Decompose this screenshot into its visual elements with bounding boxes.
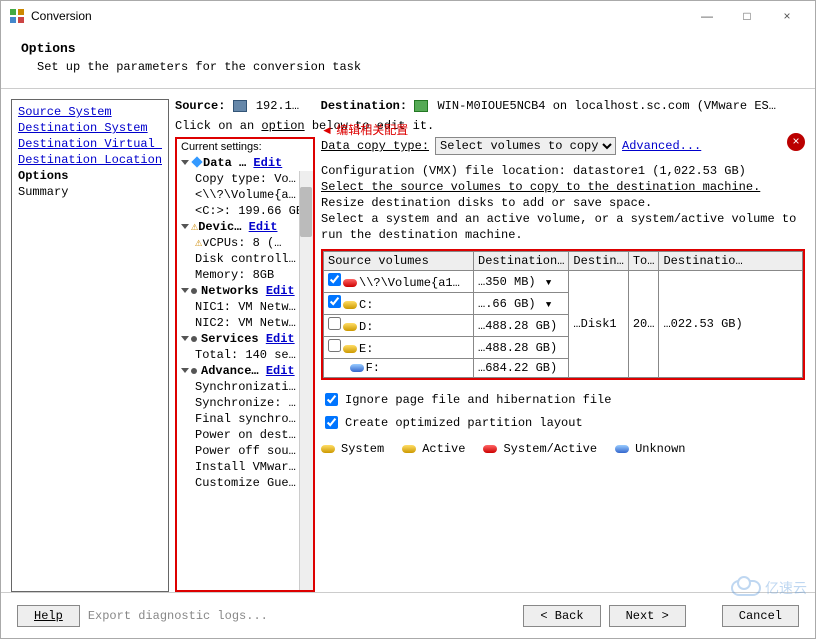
volumes-grid: Source volumes Destination… Destin… To… …: [321, 249, 805, 380]
optimize-partition-checkbox[interactable]: [325, 416, 338, 429]
app-icon: [9, 8, 25, 24]
source-label: Source:: [175, 99, 225, 113]
close-button[interactable]: ×: [767, 2, 807, 30]
volume-checkbox[interactable]: [328, 295, 341, 308]
wizard-nav: Source System Destination System Destina…: [11, 99, 169, 592]
window-title: Conversion: [31, 9, 687, 23]
help-button[interactable]: Help: [17, 605, 80, 627]
disk-icon: [343, 345, 357, 353]
minimize-button[interactable]: —: [687, 2, 727, 30]
edit-devices-link[interactable]: Edit: [249, 220, 278, 234]
nav-summary: Summary: [18, 184, 162, 200]
col-destination-datastore[interactable]: Destinatio…: [659, 252, 803, 271]
edit-services-link[interactable]: Edit: [266, 332, 295, 346]
legend: System Active System/Active Unknown: [321, 442, 805, 456]
tree-sync2: Synchronize: …: [177, 395, 313, 411]
legend-system-icon: [321, 445, 335, 453]
next-button[interactable]: Next >: [609, 605, 686, 627]
page-subtitle: Set up the parameters for the conversion…: [37, 60, 795, 74]
legend-active-icon: [402, 445, 416, 453]
maximize-button[interactable]: □: [727, 2, 767, 30]
volume-checkbox[interactable]: [328, 339, 341, 352]
col-total[interactable]: To…: [628, 252, 659, 271]
export-logs-link[interactable]: Export diagnostic logs...: [88, 609, 268, 623]
disk-icon: [343, 279, 357, 287]
tree-sync3: Final synchro…: [177, 411, 313, 427]
legend-unknown-icon: [615, 445, 629, 453]
edit-data-link[interactable]: Edit: [253, 156, 282, 170]
page-title: Options: [21, 41, 795, 56]
col-destination-disk[interactable]: Destin…: [569, 252, 628, 271]
instruction-text: Click on an option below to edit it.: [175, 119, 805, 133]
tree-volume-c: <C:>: 199.66 GB: [177, 203, 313, 219]
tree-memory: Memory: 8GB: [177, 267, 313, 283]
copy-type-label: Data copy type:: [321, 139, 429, 153]
panel-close-icon[interactable]: ×: [787, 133, 805, 151]
detail-panel: × Data copy type: Select volumes to copy…: [321, 137, 805, 592]
tree-group-data[interactable]: Data … Edit: [177, 155, 313, 171]
disk-icon: [343, 323, 357, 331]
source-value: 192.1…: [256, 99, 299, 113]
nav-options: Options: [18, 168, 162, 184]
advanced-link[interactable]: Advanced...: [622, 139, 701, 153]
volume-checkbox[interactable]: [328, 273, 341, 286]
size-dropdown[interactable]: [543, 297, 551, 311]
tree-group-advanced[interactable]: Advance… Edit: [177, 363, 313, 379]
col-source-volumes[interactable]: Source volumes: [324, 252, 474, 271]
total-cell: 20…: [628, 271, 659, 378]
help-line-2: Resize destination disks to add or save …: [321, 195, 805, 211]
datastore-cell: …022.53 GB): [659, 271, 803, 378]
tree-group-networks[interactable]: Networks Edit: [177, 283, 313, 299]
ignore-pagefile-label: Ignore page file and hibernation file: [345, 393, 611, 407]
help-line-3: Select a system and an active volume, or…: [321, 211, 805, 243]
tree-nic2: NIC2: VM Netw…: [177, 315, 313, 331]
nav-destination-location[interactable]: Destination Location: [18, 152, 162, 168]
grid-header-row: Source volumes Destination… Destin… To… …: [324, 252, 803, 271]
edit-networks-link[interactable]: Edit: [266, 284, 295, 298]
tree-services-total: Total: 140 se…: [177, 347, 313, 363]
tree-install-vmware: Install VMwar…: [177, 459, 313, 475]
vm-icon: [414, 100, 428, 112]
cancel-button[interactable]: Cancel: [722, 605, 799, 627]
tree-power-on: Power on dest…: [177, 427, 313, 443]
watermark: 亿速云: [731, 578, 807, 598]
annotation-text: ◄ 编辑相关配置: [321, 121, 408, 138]
disk-icon: [350, 364, 364, 372]
size-dropdown[interactable]: [543, 275, 551, 289]
tree-group-services[interactable]: Services Edit: [177, 331, 313, 347]
dest-disk-cell: …Disk1: [569, 271, 628, 378]
back-button[interactable]: < Back: [523, 605, 600, 627]
nav-destination-virtual-machine[interactable]: Destination Virtual M: [18, 136, 162, 152]
tree-scrollbar[interactable]: [299, 171, 313, 590]
tree-copy-type: Copy type: Vo…: [177, 171, 313, 187]
col-destination-size[interactable]: Destination…: [474, 252, 569, 271]
server-icon: [233, 100, 247, 112]
copy-type-select[interactable]: Select volumes to copy: [435, 137, 616, 155]
disk-icon: [343, 301, 357, 309]
edit-advanced-link[interactable]: Edit: [266, 364, 295, 378]
vmx-config-line: Configuration (VMX) file location: datas…: [321, 163, 805, 179]
tree-customize-guest: Customize Gue…: [177, 475, 313, 491]
tree-nic1: NIC1: VM Netw…: [177, 299, 313, 315]
optimize-partition-label: Create optimized partition layout: [345, 416, 583, 430]
tree-vcpus: ⚠vCPUs: 8 (…: [177, 235, 313, 251]
ignore-pagefile-checkbox[interactable]: [325, 393, 338, 406]
help-line-1: Select the source volumes to copy to the…: [321, 179, 805, 195]
legend-system-active-icon: [483, 445, 497, 453]
dest-value: WIN-M0IOUE5NCB4 on localhost.sc.com (VMw…: [437, 99, 775, 113]
volume-checkbox[interactable]: [328, 317, 341, 330]
tree-group-devices[interactable]: ⚠Devic… Edit: [177, 219, 313, 235]
nav-destination-system[interactable]: Destination System: [18, 120, 162, 136]
dest-label: Destination:: [321, 99, 407, 113]
nav-source-system[interactable]: Source System: [18, 104, 162, 120]
tree-header: Current settings:: [177, 139, 313, 155]
settings-tree[interactable]: ◄ 编辑相关配置 Current settings: Data … Edit C…: [175, 137, 315, 592]
tree-volume-a: <\\?\Volume{a…: [177, 187, 313, 203]
diamond-icon: [191, 156, 202, 167]
volume-row[interactable]: \\?\Volume{a1… …350 MB) …Disk1 20… …022.…: [324, 271, 803, 293]
tree-disk-controller: Disk controll…: [177, 251, 313, 267]
cloud-icon: [731, 580, 761, 596]
tree-sync1: Synchronizati…: [177, 379, 313, 395]
tree-power-off: Power off sou…: [177, 443, 313, 459]
